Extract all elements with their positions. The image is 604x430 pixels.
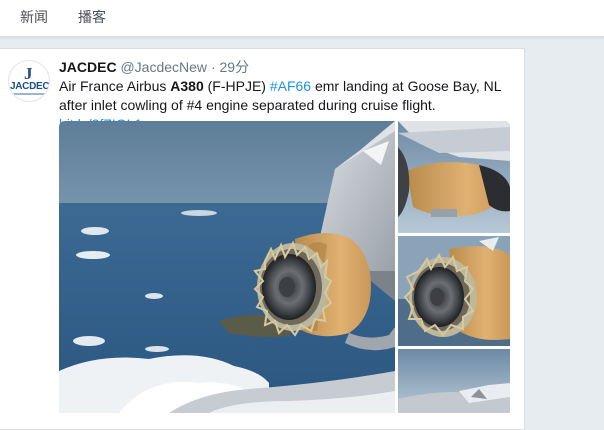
media-divider <box>398 233 510 236</box>
avatar-logo-text: JACDEC <box>10 81 50 92</box>
nav-item-podcast[interactable]: 播客 <box>78 7 106 27</box>
author-name[interactable]: JACDEC <box>59 59 117 75</box>
tweet-header: JACDEC @JacdecNew · 29分 <box>59 57 249 77</box>
media-divider <box>398 346 510 349</box>
wing-photo[interactable] <box>398 349 510 413</box>
media-svg <box>59 121 510 413</box>
author-handle[interactable]: @JacdecNew <box>120 59 207 75</box>
nav-item-news[interactable]: 新闻 <box>20 7 48 27</box>
media-grid <box>59 121 510 413</box>
hashtag-link[interactable]: #AF66 <box>270 78 311 94</box>
separator: · <box>210 59 216 75</box>
tweet-text-bold: A380 <box>170 78 204 94</box>
tweet-timestamp[interactable]: 29分 <box>220 59 250 75</box>
tweet-text-part: Air France Airbus <box>59 78 171 94</box>
media-divider <box>395 121 398 413</box>
engine-closeup-photo[interactable] <box>398 121 510 233</box>
tweet-text-part: (F-HPJE) <box>203 78 270 94</box>
damaged-engine-photo[interactable] <box>59 121 395 413</box>
avatar[interactable]: J JACDEC <box>8 60 50 102</box>
engine-fan-photo[interactable] <box>398 236 510 346</box>
avatar-logo-underline <box>13 93 45 95</box>
top-navigation-bar: 新闻 播客 <box>0 0 604 37</box>
